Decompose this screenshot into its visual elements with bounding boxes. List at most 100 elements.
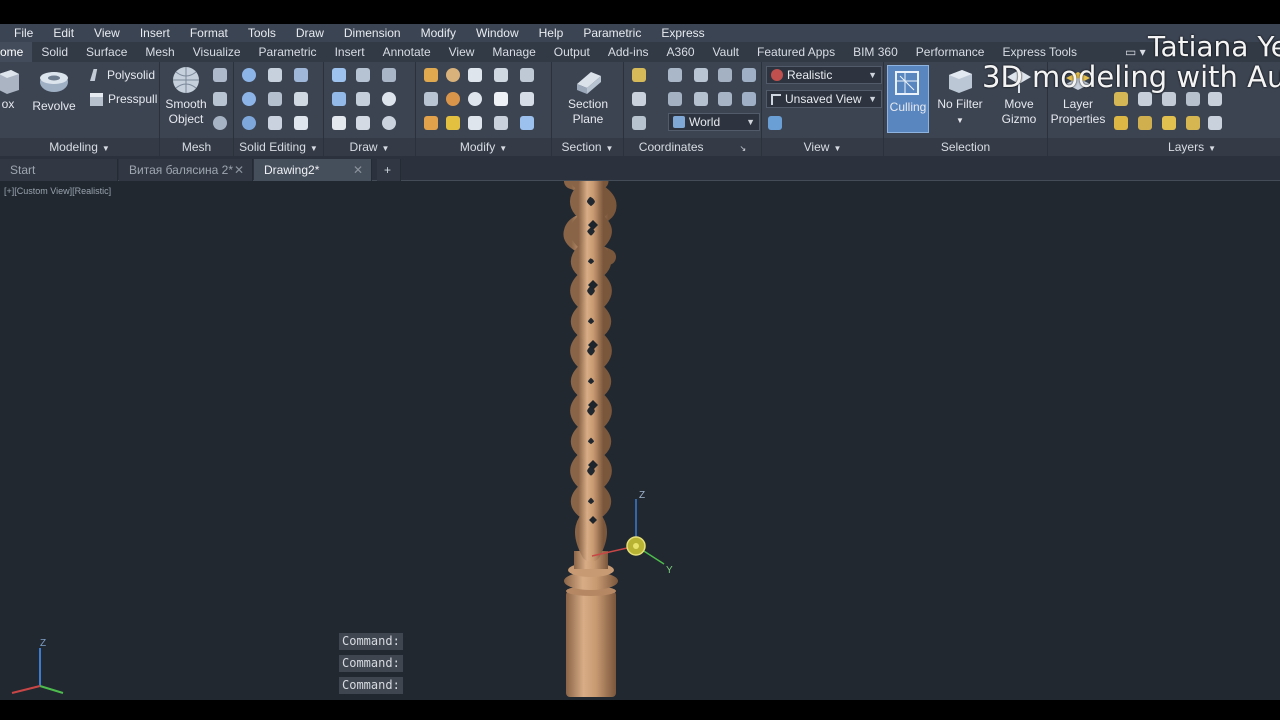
3d-mirror-icon[interactable]: [494, 116, 508, 130]
offset-icon[interactable]: [468, 116, 482, 130]
tab-insert[interactable]: Insert: [326, 42, 374, 62]
menu-parametric[interactable]: Parametric: [583, 26, 641, 40]
tab-performance[interactable]: Performance: [907, 42, 994, 62]
tab-bim-360[interactable]: BIM 360: [844, 42, 907, 62]
ucs-icon[interactable]: [742, 68, 756, 82]
tab-express-tools[interactable]: Express Tools: [993, 42, 1085, 62]
tab-visualize[interactable]: Visualize: [184, 42, 250, 62]
3d-move-icon[interactable]: [468, 68, 482, 82]
named-view-dropdown[interactable]: Unsaved View ▼: [766, 90, 882, 108]
tab-add-ins[interactable]: Add-ins: [599, 42, 658, 62]
extrude-faces-icon[interactable]: [294, 92, 308, 106]
slice-icon[interactable]: [268, 92, 282, 106]
panel-title-section[interactable]: Section ▼: [552, 138, 623, 156]
panel-title-modeling[interactable]: Modeling ▼: [0, 138, 159, 156]
extract-edges-icon[interactable]: [294, 68, 308, 82]
circle-icon[interactable]: [468, 92, 482, 106]
layer-tool-icon[interactable]: [1162, 116, 1176, 130]
tab-home[interactable]: ome: [0, 42, 33, 62]
presspull-button[interactable]: Presspull: [90, 92, 157, 106]
menu-modify[interactable]: Modify: [421, 26, 456, 40]
ucs-icon[interactable]: [668, 68, 682, 82]
section-plane-button[interactable]: Section Plane: [562, 68, 614, 127]
3d-rotate-icon[interactable]: [446, 68, 460, 82]
menu-dimension[interactable]: Dimension: [344, 26, 401, 40]
mesh-tool-icon[interactable]: [213, 116, 227, 130]
command-line[interactable]: Command:: [339, 677, 403, 694]
layer-tool-icon[interactable]: [1138, 116, 1152, 130]
culling-button[interactable]: Culling: [887, 65, 929, 133]
panel-title-view[interactable]: View ▼: [762, 138, 883, 156]
doc-tab-start[interactable]: Start: [0, 159, 118, 181]
line-icon[interactable]: [332, 92, 346, 106]
spline-icon[interactable]: [382, 68, 396, 82]
separate-icon[interactable]: [294, 116, 308, 130]
tab-featured-apps[interactable]: Featured Apps: [748, 42, 844, 62]
layer-tool-icon[interactable]: [1208, 116, 1222, 130]
ucs-icon[interactable]: [694, 68, 708, 82]
box-button[interactable]: ox: [0, 68, 22, 112]
menu-format[interactable]: Format: [190, 26, 228, 40]
stretch-icon[interactable]: [494, 92, 508, 106]
polysolid-button[interactable]: Polysolid: [90, 68, 155, 82]
ucs-icon[interactable]: [718, 68, 732, 82]
ucs-dropdown[interactable]: World ▼: [668, 113, 760, 131]
array-icon[interactable]: [520, 116, 534, 130]
layer-tool-icon[interactable]: [1186, 92, 1200, 106]
arc-icon[interactable]: [356, 68, 370, 82]
menu-file[interactable]: File: [14, 26, 33, 40]
fillet-icon[interactable]: [424, 92, 438, 106]
menu-window[interactable]: Window: [476, 26, 519, 40]
subtract-icon[interactable]: [268, 68, 282, 82]
no-filter-button[interactable]: No Filter ▼: [934, 68, 986, 128]
ucs-icon[interactable]: [632, 92, 646, 106]
tab-manage[interactable]: Manage: [483, 42, 544, 62]
layer-tool-icon[interactable]: [1186, 116, 1200, 130]
rotate-icon[interactable]: [446, 92, 460, 106]
doc-tab-drawing-1[interactable]: Витая балясина 2* ✕: [119, 159, 253, 181]
menu-tools[interactable]: Tools: [248, 26, 276, 40]
polyline-icon[interactable]: [332, 68, 346, 82]
rectangle-icon[interactable]: [356, 116, 370, 130]
polygon-icon[interactable]: [332, 116, 346, 130]
panel-title-draw[interactable]: Draw ▼: [324, 138, 415, 156]
line-icon[interactable]: [356, 92, 370, 106]
panel-title-layers[interactable]: Layers ▼: [1048, 138, 1280, 156]
layer-tool-icon[interactable]: [1114, 92, 1128, 106]
chamfer-icon[interactable]: [520, 92, 534, 106]
layer-tool-icon[interactable]: [1208, 92, 1222, 106]
revolve-button[interactable]: Revolve: [30, 68, 78, 114]
smooth-object-button[interactable]: Smooth Object: [163, 66, 209, 127]
ucs-icon[interactable]: [632, 68, 646, 82]
new-tab-button[interactable]: +: [377, 159, 401, 181]
trim-icon[interactable]: [424, 68, 438, 82]
menu-edit[interactable]: Edit: [53, 26, 74, 40]
circle-icon[interactable]: [382, 92, 396, 106]
viewport-config-icon[interactable]: [768, 116, 782, 130]
intersect-icon[interactable]: [242, 92, 256, 106]
layer-tool-icon[interactable]: [1162, 92, 1176, 106]
ucs-icon[interactable]: [718, 92, 732, 106]
3d-align-icon[interactable]: [520, 68, 534, 82]
panel-title-selection[interactable]: Selection: [884, 138, 1047, 156]
menu-insert[interactable]: Insert: [140, 26, 170, 40]
erase-icon[interactable]: [424, 116, 438, 130]
ellipse-icon[interactable]: [382, 116, 396, 130]
tab-vault[interactable]: Vault: [704, 42, 748, 62]
layer-tool-icon[interactable]: [1114, 116, 1128, 130]
visual-style-dropdown[interactable]: Realistic ▼: [766, 66, 882, 84]
mesh-tool-icon[interactable]: [213, 68, 227, 82]
tab-a360[interactable]: A360: [658, 42, 704, 62]
menu-view[interactable]: View: [94, 26, 120, 40]
tab-surface[interactable]: Surface: [77, 42, 136, 62]
tab-solid[interactable]: Solid: [32, 42, 77, 62]
twisted-baluster-model[interactable]: [0, 181, 1280, 700]
menu-express[interactable]: Express: [661, 26, 704, 40]
panel-title-mesh[interactable]: Mesh: [160, 138, 233, 156]
tab-mesh[interactable]: Mesh: [136, 42, 183, 62]
close-icon[interactable]: ✕: [353, 159, 363, 181]
ucs-icon[interactable]: [632, 116, 646, 130]
thicken-icon[interactable]: [268, 116, 282, 130]
doc-tab-drawing-2[interactable]: Drawing2* ✕: [254, 159, 372, 181]
ucs-icon[interactable]: [694, 92, 708, 106]
